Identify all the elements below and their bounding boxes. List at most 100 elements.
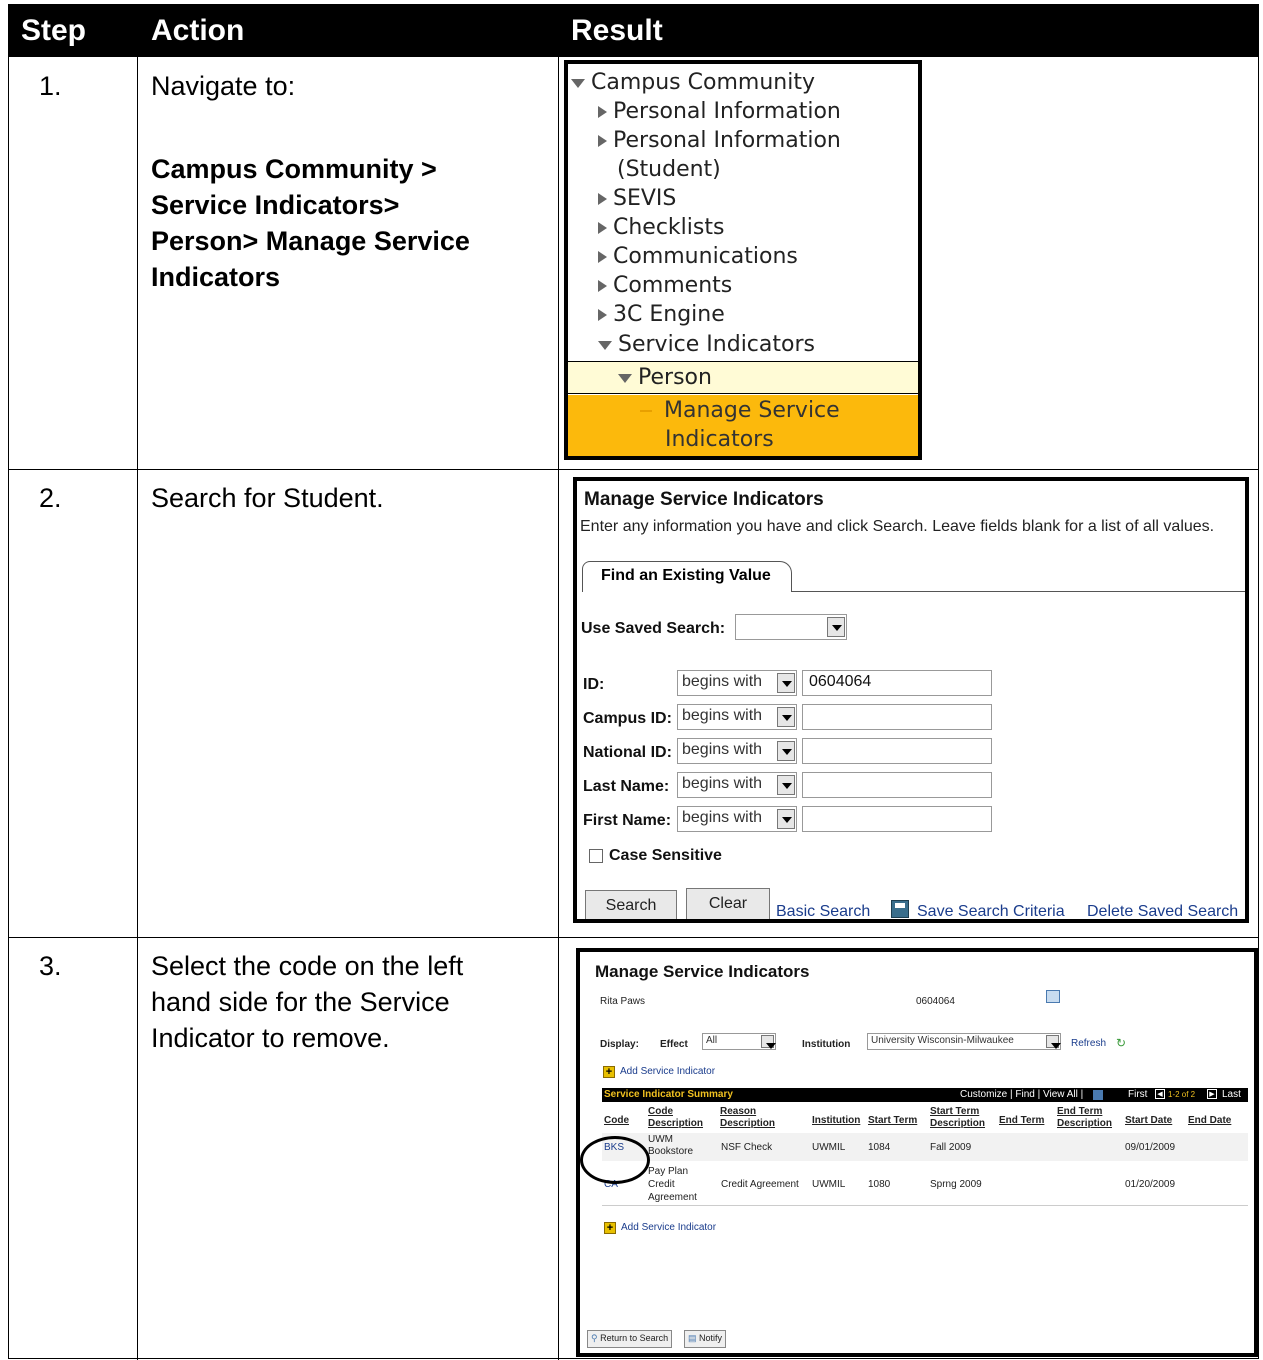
- results-title: Manage Service Indicators: [595, 962, 810, 981]
- chevron-down-icon: [777, 673, 795, 693]
- prev-icon[interactable]: ◀: [1155, 1089, 1165, 1099]
- chevron-down-icon: [777, 741, 795, 761]
- operator-select[interactable]: begins with: [677, 772, 797, 798]
- chevron-down-icon: [1046, 1035, 1061, 1049]
- navigation-menu: Campus Community Personal Information Pe…: [564, 60, 922, 460]
- row-divider: [9, 937, 1258, 938]
- expand-right-icon: [598, 280, 607, 292]
- case-sensitive-checkbox[interactable]: [589, 849, 603, 863]
- col-header[interactable]: Reason Description: [720, 1106, 784, 1130]
- clear-button[interactable]: Clear: [686, 888, 770, 919]
- menu-item-personal-information[interactable]: Personal Information: [598, 97, 841, 126]
- search-button[interactable]: Search: [585, 890, 677, 919]
- institution-label: Institution: [802, 1039, 851, 1050]
- menu-item-3c-engine[interactable]: 3C Engine: [598, 300, 725, 329]
- navigation-path: Campus Community > Service Indicators> P…: [151, 151, 470, 295]
- col-header[interactable]: End Date: [1188, 1115, 1231, 1126]
- menu-item-person[interactable]: Person: [568, 361, 918, 394]
- operator-select[interactable]: begins with: [677, 806, 797, 832]
- expand-right-icon: [598, 106, 607, 118]
- column-divider: [137, 57, 138, 1360]
- operator-select[interactable]: begins with: [677, 704, 797, 730]
- field-label: Campus ID:: [583, 710, 672, 727]
- header-step: Step: [21, 14, 87, 47]
- first-link[interactable]: First: [1128, 1089, 1147, 1100]
- notify-button[interactable]: ▤ Notify: [684, 1330, 727, 1348]
- col-header[interactable]: End Term Description: [1057, 1106, 1119, 1130]
- row-divider: [9, 469, 1258, 470]
- menu-item-sevis[interactable]: SEVIS: [598, 184, 676, 213]
- id-input[interactable]: 0604064: [802, 670, 992, 696]
- save-search-criteria-link[interactable]: Save Search Criteria: [917, 903, 1065, 919]
- col-header[interactable]: Start Term Description: [930, 1106, 992, 1130]
- action-line: hand side for the Service: [151, 987, 450, 1017]
- add-service-indicator-link[interactable]: Add Service Indicator: [621, 1222, 716, 1233]
- tab-underline: [791, 591, 1245, 592]
- cell-desc: UWM Bookstore: [648, 1134, 694, 1157]
- field-label: First Name:: [583, 812, 672, 829]
- operator-select[interactable]: begins with: [677, 670, 797, 696]
- path-line: Person> Manage Service: [151, 226, 470, 256]
- add-service-indicator-link[interactable]: Add Service Indicator: [620, 1066, 715, 1077]
- step-number: 3.: [39, 951, 62, 981]
- campus-id-input[interactable]: [802, 704, 992, 730]
- field-label: National ID:: [583, 744, 672, 761]
- table-bottom-border: [602, 1205, 1248, 1206]
- menu-item-service-indicators[interactable]: Service Indicators: [598, 330, 815, 359]
- saved-search-select[interactable]: [735, 614, 847, 640]
- cell-start-date: 01/20/2009: [1125, 1179, 1176, 1190]
- menu-item-comments[interactable]: Comments: [598, 271, 732, 300]
- grid-icon[interactable]: [1093, 1090, 1103, 1100]
- col-header[interactable]: Code: [604, 1115, 629, 1126]
- col-header[interactable]: Start Term: [868, 1115, 917, 1126]
- chevron-down-icon: [777, 775, 795, 795]
- basic-search-link[interactable]: Basic Search: [776, 903, 870, 919]
- col-header[interactable]: Institution: [812, 1115, 860, 1126]
- results-panel: Manage Service Indicators Rita Paws 0604…: [576, 948, 1258, 1357]
- tab-find-existing-value[interactable]: Find an Existing Value: [582, 561, 792, 592]
- student-id: 0604064: [916, 996, 955, 1007]
- expand-right-icon: [598, 309, 607, 321]
- national-id-input[interactable]: [802, 738, 992, 764]
- field-label: Last Name:: [583, 778, 670, 795]
- path-line: Campus Community >: [151, 154, 437, 184]
- first-name-input[interactable]: [802, 806, 992, 832]
- menu-item-communications[interactable]: Communications: [598, 242, 798, 271]
- last-name-input[interactable]: [802, 772, 992, 798]
- cell-desc: Pay Plan Credit Agreement: [648, 1166, 697, 1203]
- expand-right-icon: [598, 135, 607, 147]
- expand-down-icon: [571, 78, 585, 88]
- cell-inst: UWMIL: [812, 1179, 846, 1190]
- step-action: Search for Student.: [151, 483, 384, 513]
- institution-select[interactable]: University Wisconsin-Milwaukee: [867, 1033, 1061, 1050]
- refresh-icon[interactable]: ↻: [1116, 1036, 1126, 1050]
- menu-item-campus-community[interactable]: Campus Community: [571, 68, 815, 97]
- operator-select[interactable]: begins with: [677, 738, 797, 764]
- col-header[interactable]: Code Description: [648, 1106, 712, 1130]
- step-number: 2.: [39, 483, 62, 513]
- table-header: Step Action Result: [9, 5, 1258, 57]
- last-link[interactable]: Last: [1222, 1089, 1241, 1100]
- step-action: Navigate to:: [151, 71, 296, 101]
- delete-saved-search-link[interactable]: Delete Saved Search: [1087, 903, 1238, 919]
- menu-item-personal-information-student[interactable]: Personal Information: [598, 126, 841, 155]
- col-header[interactable]: Start Date: [1125, 1115, 1172, 1126]
- header-action: Action: [151, 14, 245, 47]
- cell-reason: Credit Agreement: [721, 1179, 799, 1190]
- menu-item-checklists[interactable]: Checklists: [598, 213, 724, 242]
- chevron-down-icon: [761, 1035, 776, 1049]
- save-disk-icon: [891, 900, 909, 918]
- refresh-link[interactable]: Refresh: [1071, 1038, 1106, 1049]
- expand-right-icon: [598, 222, 607, 234]
- return-to-search-button[interactable]: ⚲ Return to Search: [587, 1330, 673, 1348]
- menu-item-manage-service-indicators[interactable]: Manage Service Indicators: [568, 395, 918, 456]
- col-header[interactable]: End Term: [999, 1115, 1044, 1126]
- print-icon[interactable]: [1046, 990, 1060, 1003]
- action-line: Select the code on the left: [151, 951, 464, 981]
- summary-tools[interactable]: Customize | Find | View All |: [960, 1089, 1083, 1100]
- next-icon[interactable]: ▶: [1207, 1089, 1217, 1099]
- magnifier-icon: ⚲: [591, 1333, 598, 1343]
- cell-reason: NSF Check: [721, 1142, 773, 1153]
- effect-select[interactable]: All: [702, 1033, 776, 1050]
- field-label: ID:: [583, 676, 605, 693]
